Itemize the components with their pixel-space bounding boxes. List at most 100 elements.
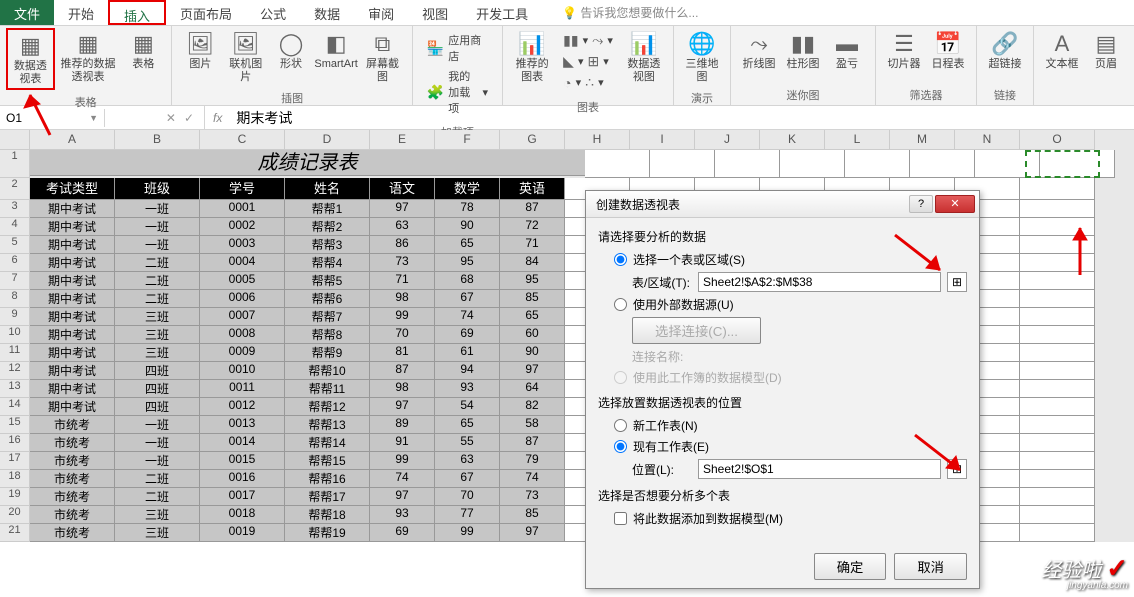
cell[interactable] xyxy=(715,150,780,178)
fx-cancel-icon[interactable]: ✕ xyxy=(162,111,180,125)
screenshot-button[interactable]: ⧉屏幕截图 xyxy=(359,28,406,86)
cell[interactable]: 71 xyxy=(500,236,565,254)
sparkline-col-button[interactable]: ▮▮柱形图 xyxy=(781,28,825,73)
cell[interactable]: 97 xyxy=(370,200,435,218)
cell[interactable]: 帮帮15 xyxy=(285,452,370,470)
cell[interactable]: 四班 xyxy=(115,362,200,380)
cell[interactable]: 97 xyxy=(370,488,435,506)
col-header[interactable]: A xyxy=(30,130,115,150)
cell[interactable]: 期中考试 xyxy=(30,308,115,326)
chart-type-3[interactable]: ◔▾ ∴▾ xyxy=(559,72,617,93)
cell[interactable] xyxy=(1020,254,1095,272)
cell[interactable]: 二班 xyxy=(115,488,200,506)
cell[interactable]: 市统考 xyxy=(30,416,115,434)
col-header[interactable]: J xyxy=(695,130,760,150)
cell[interactable] xyxy=(1020,380,1095,398)
cell[interactable]: 95 xyxy=(500,272,565,290)
tab-layout[interactable]: 页面布局 xyxy=(166,0,246,25)
cell[interactable]: 67 xyxy=(435,470,500,488)
smartart-button[interactable]: ◧SmartArt xyxy=(313,28,359,73)
cell[interactable]: 0005 xyxy=(200,272,285,290)
cell[interactable]: 期中考试 xyxy=(30,362,115,380)
cell[interactable]: 97 xyxy=(500,524,565,542)
cell[interactable]: 市统考 xyxy=(30,506,115,524)
cell[interactable]: 帮帮16 xyxy=(285,470,370,488)
cell[interactable]: 55 xyxy=(435,434,500,452)
cell[interactable]: 帮帮8 xyxy=(285,326,370,344)
hyperlink-button[interactable]: 🔗超链接 xyxy=(983,28,1027,73)
cell[interactable]: 一班 xyxy=(115,416,200,434)
row-header[interactable]: 5 xyxy=(0,236,30,254)
cell[interactable] xyxy=(1020,344,1095,362)
cell[interactable]: 93 xyxy=(370,506,435,524)
col-header[interactable]: I xyxy=(630,130,695,150)
cell[interactable]: 0014 xyxy=(200,434,285,452)
cell[interactable]: 0007 xyxy=(200,308,285,326)
tab-developer[interactable]: 开发工具 xyxy=(462,0,542,25)
select-all-corner[interactable] xyxy=(0,130,30,150)
cell[interactable]: 94 xyxy=(435,362,500,380)
cell[interactable]: 0003 xyxy=(200,236,285,254)
row-header[interactable]: 10 xyxy=(0,326,30,344)
cell[interactable]: 0010 xyxy=(200,362,285,380)
cell[interactable]: 帮帮5 xyxy=(285,272,370,290)
cell[interactable]: 73 xyxy=(370,254,435,272)
sparkline-line-button[interactable]: ⤳折线图 xyxy=(737,28,781,73)
cell[interactable] xyxy=(780,150,845,178)
cell[interactable] xyxy=(1020,452,1095,470)
cell[interactable]: 85 xyxy=(500,290,565,308)
cell[interactable] xyxy=(1040,150,1115,178)
cell[interactable]: 86 xyxy=(370,236,435,254)
cell[interactable]: 84 xyxy=(500,254,565,272)
ok-button[interactable]: 确定 xyxy=(814,553,887,580)
namebox-dropdown-icon[interactable]: ▼ xyxy=(89,113,98,123)
cell[interactable]: 市统考 xyxy=(30,452,115,470)
row-header[interactable]: 8 xyxy=(0,290,30,308)
cell[interactable]: 63 xyxy=(435,452,500,470)
table-header[interactable]: 语文 xyxy=(370,178,435,200)
table-button[interactable]: ▦表格 xyxy=(121,28,165,73)
radio-external-source[interactable] xyxy=(614,298,627,311)
tab-home[interactable]: 开始 xyxy=(54,0,108,25)
table-header[interactable]: 姓名 xyxy=(285,178,370,200)
my-addins-button[interactable]: 🧩我的加载项 ▾ xyxy=(423,66,492,118)
row-header[interactable]: 18 xyxy=(0,470,30,488)
table-header[interactable]: 学号 xyxy=(200,178,285,200)
cell[interactable]: 三班 xyxy=(115,344,200,362)
cell[interactable]: 0009 xyxy=(200,344,285,362)
formula-input[interactable]: 期末考试 xyxy=(230,108,298,128)
row-header[interactable]: 14 xyxy=(0,398,30,416)
cell[interactable]: 期中考试 xyxy=(30,398,115,416)
cell[interactable]: 一班 xyxy=(115,200,200,218)
tab-file[interactable]: 文件 xyxy=(0,0,54,25)
cell[interactable]: 0018 xyxy=(200,506,285,524)
row-header[interactable]: 19 xyxy=(0,488,30,506)
cell[interactable]: 三班 xyxy=(115,308,200,326)
fx-icon[interactable]: fx xyxy=(205,111,230,125)
cell[interactable]: 期中考试 xyxy=(30,272,115,290)
cell[interactable]: 58 xyxy=(500,416,565,434)
cell[interactable]: 期中考试 xyxy=(30,200,115,218)
cell[interactable]: 一班 xyxy=(115,236,200,254)
cell[interactable]: 69 xyxy=(370,524,435,542)
pivotchart-button[interactable]: 📊数据透视图 xyxy=(621,28,667,86)
cell[interactable]: 帮帮19 xyxy=(285,524,370,542)
row-header[interactable]: 2 xyxy=(0,178,30,200)
cell[interactable]: 82 xyxy=(500,398,565,416)
cell[interactable]: 54 xyxy=(435,398,500,416)
cell[interactable]: 99 xyxy=(435,524,500,542)
cell[interactable]: 期中考试 xyxy=(30,254,115,272)
cell[interactable]: 68 xyxy=(435,272,500,290)
dialog-help-button[interactable]: ? xyxy=(909,195,933,213)
cell[interactable]: 61 xyxy=(435,344,500,362)
row-header[interactable]: 13 xyxy=(0,380,30,398)
cell[interactable]: 0017 xyxy=(200,488,285,506)
cell[interactable]: 四班 xyxy=(115,380,200,398)
cell[interactable]: 72 xyxy=(500,218,565,236)
col-header[interactable]: C xyxy=(200,130,285,150)
cell[interactable] xyxy=(1020,200,1095,218)
cell[interactable]: 97 xyxy=(500,362,565,380)
cell[interactable]: 0008 xyxy=(200,326,285,344)
range-picker-button[interactable]: ⊞ xyxy=(947,272,967,292)
tab-data[interactable]: 数据 xyxy=(300,0,354,25)
